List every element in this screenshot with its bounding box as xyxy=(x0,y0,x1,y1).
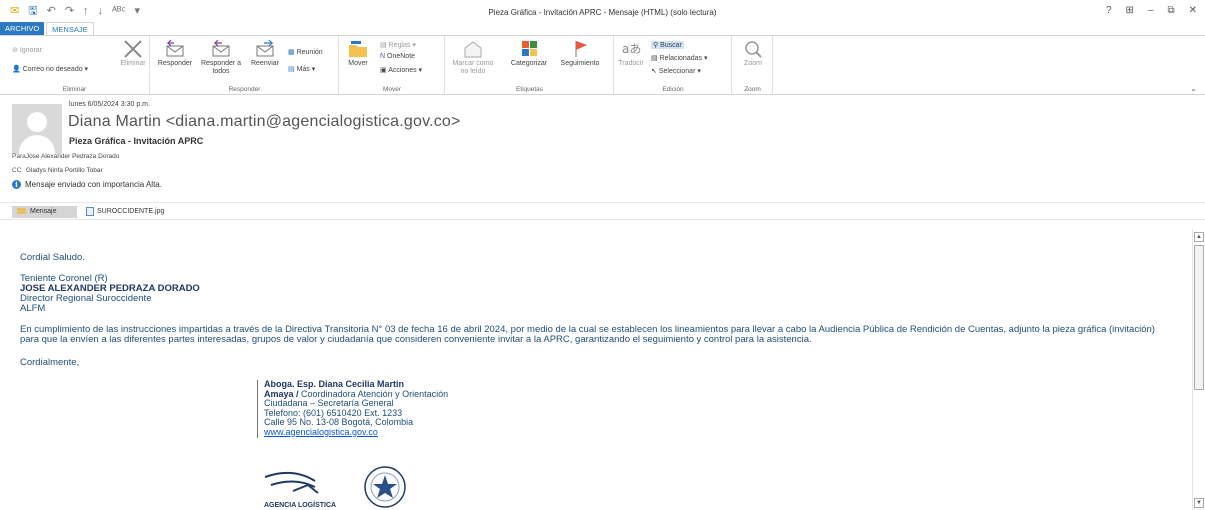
window-title: Pieza Gráfica - Invitación APRC - Mensaj… xyxy=(488,8,717,17)
meeting-button[interactable]: ▦ Reunión xyxy=(288,48,323,56)
to-line: Para Jose Alexander Pedraza Dorado xyxy=(12,153,120,160)
importance-notice: i Mensaje enviado con importancia Alta. xyxy=(12,180,162,189)
forward-icon xyxy=(256,40,274,57)
reply-all-icon xyxy=(212,40,230,57)
related-button[interactable]: ▤ Relacionadas ▾ xyxy=(651,54,707,62)
folder-move-icon xyxy=(349,41,367,57)
cc-line: CC Gladys Ninfa Portillo Tobar xyxy=(12,167,103,174)
translate-icon: aあ xyxy=(622,42,641,56)
closing: Cordialmente, xyxy=(20,357,80,368)
signature-name-2: Amaya / xyxy=(264,388,299,399)
ignore-button[interactable]: ⊘ Ignorar xyxy=(12,46,42,54)
cursor-icon: ↖ xyxy=(651,68,657,75)
restore-button[interactable]: ⧉ xyxy=(1167,5,1174,16)
window-controls: ? ⊞ – ⧉ ✕ xyxy=(1106,5,1197,16)
group-mover: Mover ▤ Reglas ▾ N OneNote ▣ Acciones ▾ … xyxy=(340,36,445,94)
onenote-icon: N xyxy=(380,53,386,60)
image-file-icon xyxy=(86,207,94,216)
flag-icon xyxy=(575,41,587,57)
group-zoom: Zoom Zoom xyxy=(733,36,773,94)
ribbon-tabs: ARCHIVO MENSAJE xyxy=(0,22,94,36)
categorize-button[interactable]: Categorizar xyxy=(506,40,552,68)
group-label-responder: Responder xyxy=(228,86,261,93)
scroll-thumb[interactable] xyxy=(1194,245,1204,390)
tab-archivo[interactable]: ARCHIVO xyxy=(0,22,45,36)
forward-button[interactable]: Reenviar xyxy=(247,40,283,68)
more-button[interactable]: ▤ Más ▾ xyxy=(288,65,315,73)
translate-button[interactable]: aあ Traducir xyxy=(617,40,645,68)
group-label-mover: Mover xyxy=(382,86,402,93)
tab-mensaje[interactable]: MENSAJE xyxy=(46,22,94,36)
logo-text: AGENCIA LOGÍSTICA xyxy=(264,500,336,509)
greeting: Cordial Saludo. xyxy=(20,252,85,263)
sender[interactable]: Diana Martin <diana.martin@agencialogist… xyxy=(68,113,461,131)
minimize-button[interactable]: – xyxy=(1148,5,1154,16)
group-label-edicion: Edición xyxy=(662,86,684,93)
delete-button[interactable]: Eliminar xyxy=(116,40,150,68)
junk-button[interactable]: 👤 Correo no deseado ▾ xyxy=(12,65,88,73)
cc-recipient[interactable]: Gladys Ninfa Portillo Tobar xyxy=(26,167,103,174)
attachment-bar: Mensaje SUROCCIDENTE.jpg xyxy=(0,202,1205,220)
vertical-scrollbar[interactable]: ▲ ▼ xyxy=(1192,229,1204,510)
message-body: Cordial Saludo. Teniente Coronel (R) JOS… xyxy=(0,225,1190,510)
agency-logo: AGENCIA LOGÍSTICA xyxy=(263,466,406,509)
onenote-button[interactable]: N OneNote xyxy=(380,53,415,60)
scroll-down-icon[interactable]: ▼ xyxy=(1194,498,1204,508)
calendar-icon: ▦ xyxy=(288,49,295,56)
body-paragraph: En cumplimiento de las instrucciones imp… xyxy=(20,324,1155,345)
envelope-open-icon xyxy=(464,41,482,58)
attachment-file[interactable]: SUROCCIDENTE.jpg xyxy=(86,207,164,216)
reply-icon xyxy=(166,40,184,57)
move-button[interactable]: Mover xyxy=(344,40,372,68)
scroll-up-icon[interactable]: ▲ xyxy=(1194,232,1204,242)
help-button[interactable]: ? xyxy=(1106,5,1112,16)
group-label-etiquetas: Etiquetas xyxy=(515,86,544,93)
junk-icon: 👤 xyxy=(12,66,21,73)
signature-address: Calle 95 No. 13-08 Bogotá, Colombia xyxy=(264,417,414,428)
reply-all-button[interactable]: Responder a todos xyxy=(197,40,245,76)
categorize-icon xyxy=(522,41,537,56)
related-icon: ▤ xyxy=(651,55,658,62)
ignore-icon: ⊘ xyxy=(12,47,18,54)
message-tab[interactable]: Mensaje xyxy=(12,206,77,218)
title-bar: ✉ 🖫 ↶ ↷ ↑ ↓ ᴬᴮᶜ ▾ Pieza Gráfica - Invita… xyxy=(0,0,1205,24)
signature-name: Aboga. Esp. Diana Cecilia Martin xyxy=(264,379,405,389)
mark-unread-button[interactable]: Marcar como no leído xyxy=(450,40,496,76)
close-button[interactable]: ✕ xyxy=(1189,5,1197,16)
group-eliminar: ⊘ Ignorar 👤 Correo no deseado ▾ Eliminar… xyxy=(0,36,150,94)
actions-button[interactable]: ▣ Acciones ▾ xyxy=(380,66,422,74)
subject: Pieza Gráfica - Invitación APRC xyxy=(69,136,204,146)
select-button[interactable]: ↖ Seleccionar ▾ xyxy=(651,67,701,75)
signature-block: Aboga. Esp. Diana Cecilia Martin Amaya /… xyxy=(257,379,452,438)
svg-text:aあ: aあ xyxy=(622,42,641,56)
signature-phone: Telefono: (601) 6510420 Ext. 1233 xyxy=(264,407,403,418)
organization: ALFM xyxy=(20,303,46,314)
ribbon-display-button[interactable]: ⊞ xyxy=(1126,5,1134,16)
more-icon: ▤ xyxy=(288,66,295,73)
group-responder: Responder Responder a todos Reenviar ▦ R… xyxy=(151,36,339,94)
group-label-zoom: Zoom xyxy=(744,86,761,93)
sent-date: lunes 6/05/2024 3:30 p.m. xyxy=(69,101,150,108)
group-etiquetas: Marcar como no leído Categorizar Seguimi… xyxy=(446,36,614,94)
rules-icon: ▤ xyxy=(380,42,387,49)
binoculars-icon: ⚲ xyxy=(653,42,659,49)
group-edicion: aあ Traducir ⚲ Buscar ▤ Relacionadas ▾ ↖ … xyxy=(615,36,732,94)
zoom-button[interactable]: Zoom xyxy=(739,40,767,68)
actions-icon: ▣ xyxy=(380,67,387,74)
rules-button[interactable]: ▤ Reglas ▾ xyxy=(380,41,416,49)
delete-x-icon xyxy=(124,40,142,58)
find-button[interactable]: ⚲ Buscar xyxy=(651,41,684,49)
avatar xyxy=(12,104,62,154)
message-header: lunes 6/05/2024 3:30 p.m. Diana Martin <… xyxy=(0,96,1205,196)
magnifier-icon xyxy=(745,41,762,58)
reply-button[interactable]: Responder xyxy=(155,40,195,68)
signature-website-link[interactable]: www.agencialogistica.gov.co xyxy=(264,427,378,437)
info-icon: i xyxy=(12,180,21,189)
ribbon: ⊘ Ignorar 👤 Correo no deseado ▾ Eliminar… xyxy=(0,35,1205,97)
envelope-icon xyxy=(17,208,26,215)
follow-up-button[interactable]: Seguimiento xyxy=(554,40,606,68)
to-recipient[interactable]: Jose Alexander Pedraza Dorado xyxy=(26,153,120,160)
group-label-eliminar: Eliminar xyxy=(62,86,87,93)
